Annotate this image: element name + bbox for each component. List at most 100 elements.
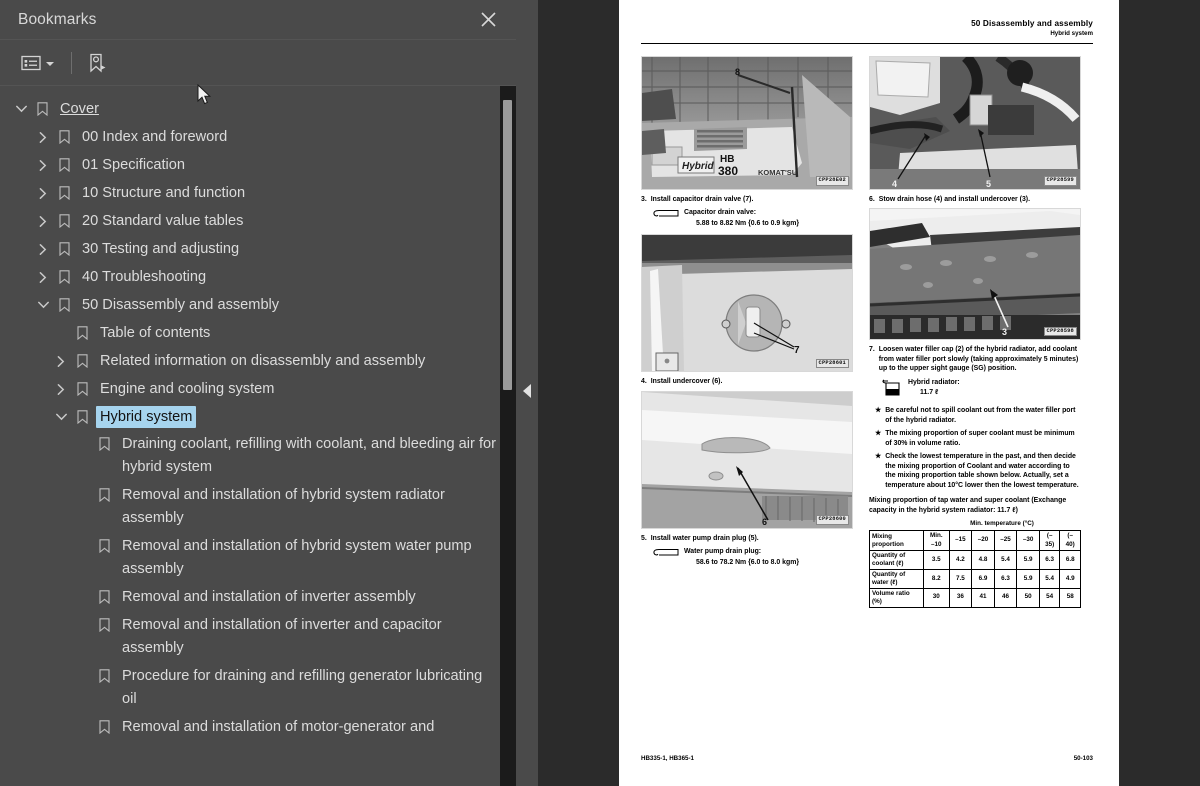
svg-text:KOMAT'SU: KOMAT'SU bbox=[758, 168, 797, 177]
header-subsection: Hybrid system bbox=[1050, 30, 1093, 38]
close-icon[interactable] bbox=[474, 6, 502, 34]
bookmark-item[interactable]: Removal and installation of motor-genera… bbox=[10, 712, 500, 740]
bookmark-item[interactable]: 00 Index and foreword bbox=[10, 122, 500, 150]
bookmark-item[interactable]: Draining coolant, refilling with coolant… bbox=[10, 429, 500, 480]
bookmark-icon bbox=[94, 665, 114, 687]
radiator-fill-icon bbox=[881, 379, 903, 400]
bookmark-item[interactable]: Related information on disassembly and a… bbox=[10, 346, 500, 374]
chevron-down-icon[interactable] bbox=[50, 406, 72, 428]
table-row: Quantity of coolant (ℓ) 3.5 4.2 4.8 5.4 5.9 6.… bbox=[869, 550, 1081, 571]
chevron-right-icon[interactable] bbox=[32, 182, 54, 204]
bookmark-icon bbox=[72, 322, 92, 344]
chevron-right-icon[interactable] bbox=[32, 126, 54, 148]
list-options-icon[interactable] bbox=[18, 49, 57, 77]
table-row: Quantity of water (ℓ) 8.2 7.5 6.9 6.3 5.9 5.4 4… bbox=[869, 569, 1081, 589]
left-column: Hybrid HB 380 KOMAT'SU 8 CPP28E02 3. Ins… bbox=[641, 55, 853, 608]
svg-text:5: 5 bbox=[986, 179, 991, 189]
bookmark-icon bbox=[72, 378, 92, 400]
spec-waterpump-text: Water pump drain plug: 58.6 to 78.2 Nm {… bbox=[684, 547, 799, 567]
chevron-down-icon[interactable] bbox=[32, 294, 54, 316]
bookmark-item[interactable]: 10 Structure and function bbox=[10, 178, 500, 206]
panel-splitter-collapse-button[interactable] bbox=[516, 0, 538, 786]
bookmark-item[interactable]: Engine and cooling system bbox=[10, 374, 500, 402]
bookmark-label: 30 Testing and adjusting bbox=[82, 241, 240, 257]
bookmark-icon bbox=[72, 406, 92, 428]
header-section: 50 Disassembly and assembly bbox=[971, 19, 1093, 28]
right-column: 4 5 CPP28599 6. Stow drain hose (4) and … bbox=[869, 55, 1081, 608]
bookmark-icon bbox=[94, 586, 114, 608]
table-cell: 6.3 bbox=[993, 569, 1018, 589]
chevron-right-icon[interactable] bbox=[50, 350, 72, 372]
bookmark-label: 50 Disassembly and assembly bbox=[82, 297, 280, 313]
bookmark-label: 10 Structure and function bbox=[82, 185, 246, 201]
spec-water-pump-drain-plug: Water pump drain plug: 58.6 to 78.2 Nm {… bbox=[653, 547, 853, 567]
page-header: 50 Disassembly and assembly Hybrid syste… bbox=[641, 18, 1093, 39]
bookmark-item[interactable]: 50 Disassembly and assembly bbox=[10, 290, 500, 318]
bookmark-icon bbox=[54, 210, 74, 232]
chevron-right-icon[interactable] bbox=[32, 210, 54, 232]
photo-drain-plug: 7 CPP28601 bbox=[641, 234, 853, 373]
table-row-label: Volume ratio (%) bbox=[869, 587, 924, 608]
star-icon: ★ bbox=[875, 453, 882, 461]
spec-radiator-value: 11.7 ℓ bbox=[920, 389, 939, 397]
spec-capacitor-label: Capacitor drain valve: bbox=[684, 209, 756, 217]
scrollbar-thumb[interactable] bbox=[503, 100, 512, 390]
bookmark-item[interactable]: Cover bbox=[10, 94, 500, 122]
chevron-down-icon[interactable] bbox=[10, 98, 32, 120]
svg-text:380: 380 bbox=[718, 164, 738, 178]
spec-capacitor-value: 5.88 to 8.82 Nm {0.6 to 0.9 kgm} bbox=[696, 219, 800, 227]
step-5: 5. Install water pump drain plug (5). bbox=[641, 534, 853, 544]
note-bullet-3: ★ Check the lowest temperature in the pa… bbox=[875, 452, 1081, 490]
bookmark-item[interactable]: Removal and installation of inverter and… bbox=[10, 610, 500, 661]
footer-page-number: 50-103 bbox=[1073, 755, 1093, 763]
bookmarks-titlebar: Bookmarks bbox=[0, 0, 516, 40]
table-row-label: Quantity of coolant (ℓ) bbox=[869, 550, 924, 571]
table-row: Volume ratio (%) 30 36 41 46 50 54 58 bbox=[869, 587, 1081, 608]
bookmark-item[interactable]: Removal and installation of inverter ass… bbox=[10, 582, 500, 610]
table-category-cell: –15 bbox=[948, 530, 973, 552]
bookmark-label: Engine and cooling system bbox=[100, 381, 275, 397]
document-viewport[interactable]: 50 Disassembly and assembly Hybrid syste… bbox=[538, 0, 1200, 786]
bookmark-icon bbox=[32, 98, 52, 120]
bookmark-label: Removal and installation of hybrid syste… bbox=[122, 487, 445, 526]
table-cell: 4.2 bbox=[948, 550, 973, 571]
bookmark-label: Draining coolant, refilling with coolant… bbox=[122, 436, 496, 475]
bookmark-icon bbox=[94, 535, 114, 557]
bookmark-item[interactable]: Removal and installation of hybrid syste… bbox=[10, 480, 500, 531]
chevron-right-icon[interactable] bbox=[32, 266, 54, 288]
bookmark-label: Related information on disassembly and a… bbox=[100, 353, 426, 369]
table-header-row: Min. temperature (°C) bbox=[870, 519, 1081, 532]
table-cell: 30 bbox=[923, 587, 950, 608]
bookmark-item[interactable]: 01 Specification bbox=[10, 150, 500, 178]
bookmark-item[interactable]: 40 Troubleshooting bbox=[10, 262, 500, 290]
bookmark-icon bbox=[72, 350, 92, 372]
chevron-right-icon[interactable] bbox=[50, 378, 72, 400]
table-cell: 5.9 bbox=[1016, 569, 1040, 589]
table-cell: 46 bbox=[993, 587, 1018, 608]
step-5-text: Install water pump drain plug (5). bbox=[650, 534, 759, 542]
spec-radiator-label: Hybrid radiator: bbox=[908, 378, 960, 386]
bookmark-item[interactable]: Procedure for draining and refilling gen… bbox=[10, 661, 500, 712]
chevron-right-icon[interactable] bbox=[32, 238, 54, 260]
spec-hybrid-radiator: Hybrid radiator: 11.7 ℓ bbox=[881, 378, 1081, 400]
step-7: 7. Loosen water filler cap (2) of the hy… bbox=[869, 345, 1081, 374]
bookmark-item[interactable]: Removal and installation of hybrid syste… bbox=[10, 531, 500, 582]
bookmark-label: Table of contents bbox=[100, 325, 211, 341]
table-cell: 6.8 bbox=[1059, 550, 1081, 571]
bookmark-item[interactable]: Hybrid system bbox=[10, 402, 500, 429]
step-5-number: 5. bbox=[641, 534, 647, 542]
bookmarks-tree: Cover 00 Index and foreword 01 Specificati… bbox=[0, 86, 516, 786]
spec-radiator-text: Hybrid radiator: 11.7 ℓ bbox=[908, 378, 960, 398]
svg-text:4: 4 bbox=[892, 179, 897, 189]
pdf-reader-window: Bookmarks Cover 00 Index and foreword 01… bbox=[0, 0, 1200, 786]
new-bookmark-icon[interactable] bbox=[84, 49, 110, 77]
mixing-proportion-table: Min. temperature (°C) Mixing proportion Mi… bbox=[869, 519, 1081, 608]
spec-capacitor-drain-valve: Capacitor drain valve: 5.88 to 8.82 Nm {… bbox=[653, 208, 853, 228]
bookmark-item[interactable]: 30 Testing and adjusting bbox=[10, 234, 500, 262]
chevron-right-icon[interactable] bbox=[32, 154, 54, 176]
bookmark-item[interactable]: Table of contents bbox=[10, 318, 500, 346]
footer-model: HB335-1, HB365-1 bbox=[641, 755, 694, 763]
bookmark-icon bbox=[54, 126, 74, 148]
bookmarks-scrollbar[interactable] bbox=[500, 86, 516, 786]
bookmark-item[interactable]: 20 Standard value tables bbox=[10, 206, 500, 234]
